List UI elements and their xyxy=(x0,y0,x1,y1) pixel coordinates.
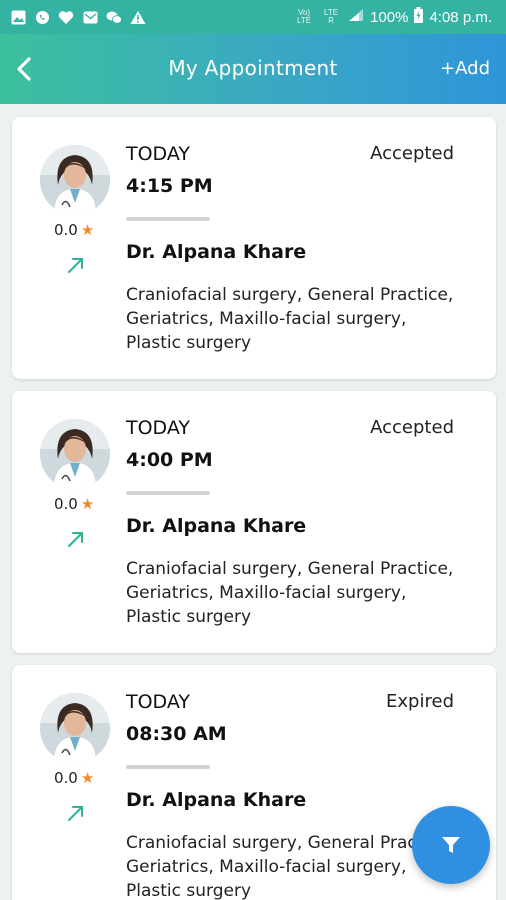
whatsapp-icon xyxy=(34,9,50,25)
warning-icon xyxy=(130,9,146,25)
trending-up-icon[interactable] xyxy=(66,255,86,275)
appointment-status: Accepted xyxy=(370,143,454,164)
app-bar: My Appointment +Add xyxy=(0,34,506,104)
lte-indicator: LTE R xyxy=(324,8,339,25)
volte-indicator: Vo) LTE xyxy=(297,8,312,25)
doctor-specialties: Craniofacial surgery, General Practice, … xyxy=(126,559,454,627)
appointment-list[interactable]: 0.0 ★ TODAY 4:15 PM Accepted Dr. Alpana … xyxy=(0,104,506,900)
clock: 4:08 p.m. xyxy=(429,8,492,26)
divider xyxy=(126,491,210,495)
star-icon: ★ xyxy=(80,495,95,513)
heart-icon xyxy=(58,9,74,25)
battery-percent: 100% xyxy=(370,8,409,26)
system-status: Vo) LTE LTE R 100% 4:08 p.m. xyxy=(294,7,492,27)
doctor-name: Dr. Alpana Khare xyxy=(126,241,307,263)
filter-icon xyxy=(442,837,460,853)
appointment-status: Accepted xyxy=(370,417,454,438)
appointment-card[interactable]: 0.0 ★ TODAY 4:15 PM Accepted Dr. Alpana … xyxy=(12,117,496,379)
doctor-name: Dr. Alpana Khare xyxy=(126,789,307,811)
doctor-rating: 0.0 ★ xyxy=(54,221,94,239)
appointment-day: TODAY xyxy=(126,143,190,165)
appointment-time: 4:15 PM xyxy=(126,175,213,197)
mail-icon xyxy=(82,9,98,25)
appointment-card[interactable]: 0.0 ★ TODAY 4:00 PM Accepted Dr. Alpana … xyxy=(12,391,496,653)
doctor-avatar xyxy=(40,145,110,215)
divider xyxy=(126,217,210,221)
doctor-specialties: Craniofacial surgery, General Practice, … xyxy=(126,833,454,900)
trending-up-icon[interactable] xyxy=(66,803,86,823)
doctor-rating: 0.0 ★ xyxy=(54,495,94,513)
signal-icon xyxy=(348,8,364,26)
doctor-avatar xyxy=(40,419,110,489)
chat-icon xyxy=(106,9,122,25)
doctor-name: Dr. Alpana Khare xyxy=(126,515,307,537)
doctor-specialties: Craniofacial surgery, General Practice, … xyxy=(126,285,454,353)
trending-up-icon[interactable] xyxy=(66,529,86,549)
filter-button[interactable] xyxy=(412,806,490,884)
divider xyxy=(126,765,210,769)
doctor-rating: 0.0 ★ xyxy=(54,769,94,787)
star-icon: ★ xyxy=(80,769,95,787)
page-title: My Appointment xyxy=(168,56,338,80)
rating-value: 0.0 xyxy=(54,495,78,513)
star-icon: ★ xyxy=(80,221,95,239)
gallery-icon xyxy=(10,9,26,25)
add-appointment-button[interactable]: +Add xyxy=(440,58,490,79)
appointment-time: 08:30 AM xyxy=(126,723,227,745)
rating-value: 0.0 xyxy=(54,769,78,787)
rating-value: 0.0 xyxy=(54,221,78,239)
appointment-status: Expired xyxy=(386,691,454,712)
battery-icon xyxy=(414,7,424,27)
doctor-avatar xyxy=(40,693,110,763)
status-bar: Vo) LTE LTE R 100% 4:08 p.m. xyxy=(0,0,506,34)
notification-icons xyxy=(10,9,146,25)
appointment-time: 4:00 PM xyxy=(126,449,213,471)
appointment-day: TODAY xyxy=(126,691,190,713)
appointment-day: TODAY xyxy=(126,417,190,439)
